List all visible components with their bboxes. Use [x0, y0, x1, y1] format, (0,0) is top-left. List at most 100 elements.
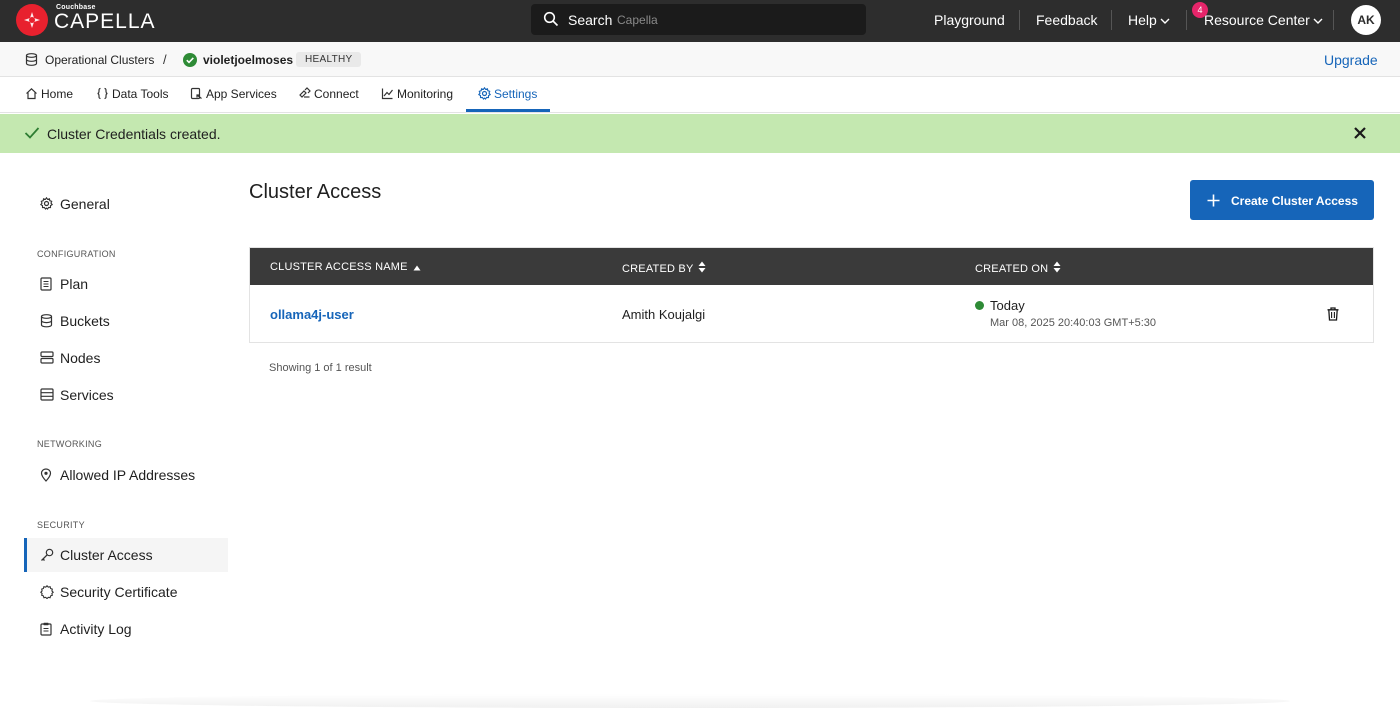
result-count: Showing 1 of 1 result	[269, 362, 372, 374]
breadcrumb: Operational Clusters / violetjoelmoses H…	[0, 42, 1400, 77]
feedback-link[interactable]: Feedback	[1036, 12, 1097, 28]
plus-icon	[1207, 194, 1220, 207]
sidebar-item-label: General	[60, 196, 110, 212]
sidebar-item-plan[interactable]: Plan	[24, 267, 228, 301]
location-pin-icon	[40, 468, 52, 482]
sidebar-item-cluster-access[interactable]: Cluster Access	[24, 538, 228, 572]
trash-icon[interactable]	[1327, 307, 1339, 321]
tab-home-label: Home	[41, 87, 74, 101]
tab-connect[interactable]: Connect	[298, 87, 359, 101]
column-header-name[interactable]: CLUSTER ACCESS NAME	[270, 261, 421, 273]
divider	[1019, 10, 1020, 30]
upgrade-link[interactable]: Upgrade	[1324, 52, 1378, 68]
breadcrumb-cluster-name[interactable]: violetjoelmoses	[203, 53, 293, 67]
divider	[1111, 10, 1112, 30]
chevron-down-icon	[1160, 18, 1170, 25]
tab-app-services-label: App Services	[206, 87, 277, 101]
gear-icon	[477, 86, 492, 100]
breadcrumb-operational-clusters[interactable]: Operational Clusters	[45, 53, 154, 67]
sidebar-item-allowed-ip[interactable]: Allowed IP Addresses	[24, 458, 228, 492]
braces-icon	[97, 87, 108, 100]
help-label: Help	[1128, 12, 1157, 28]
column-header-created-by[interactable]: CREATED BY	[622, 261, 706, 275]
database-icon	[25, 53, 38, 66]
create-button-label: Create Cluster Access	[1231, 194, 1358, 208]
sidebar-item-label: Services	[60, 387, 114, 403]
sidebar-item-label: Allowed IP Addresses	[60, 467, 196, 483]
table-row[interactable]: ollama4j-user Amith Koujalgi Today Mar 0…	[250, 285, 1373, 342]
created-on-label: Today	[990, 298, 1025, 313]
search-input[interactable]	[617, 9, 857, 30]
top-navigation-bar: Couchbase CAPELLA Search Playground Feed…	[0, 0, 1400, 42]
tab-monitoring[interactable]: Monitoring	[381, 87, 453, 101]
close-icon[interactable]	[1353, 126, 1367, 140]
created-on-timestamp: Mar 08, 2025 20:40:03 GMT+5:30	[990, 317, 1157, 329]
services-icon	[40, 388, 54, 401]
sidebar-item-nodes[interactable]: Nodes	[24, 341, 228, 375]
sidebar-heading-networking: NETWORKING	[37, 439, 102, 449]
sidebar-item-general[interactable]: General	[24, 187, 228, 221]
home-icon	[26, 87, 37, 100]
brand-name[interactable]: CAPELLA	[54, 10, 156, 34]
connect-icon	[299, 87, 311, 98]
tab-home[interactable]: Home	[25, 87, 73, 101]
cluster-access-table: CLUSTER ACCESS NAME CREATED BY CREATED O…	[249, 247, 1374, 343]
resource-center-label: Resource Center	[1204, 12, 1310, 28]
chevron-down-icon	[1313, 18, 1323, 25]
sidebar-heading-configuration: CONFIGURATION	[37, 249, 116, 259]
gear-icon	[40, 197, 53, 210]
tab-data-tools[interactable]: Data Tools	[96, 87, 168, 101]
sidebar-item-security-certificate[interactable]: Security Certificate	[24, 575, 228, 609]
plan-icon	[40, 277, 52, 291]
healthy-check-icon	[183, 53, 197, 67]
table-header: CLUSTER ACCESS NAME CREATED BY CREATED O…	[250, 248, 1373, 285]
resource-center-menu[interactable]: Resource Center	[1204, 12, 1323, 28]
user-avatar[interactable]: AK	[1351, 5, 1381, 35]
playground-link[interactable]: Playground	[934, 12, 1005, 28]
status-badge: HEALTHY	[296, 52, 362, 67]
app-services-icon	[190, 87, 202, 100]
chart-line-icon	[381, 88, 393, 100]
capella-logo-icon[interactable]	[16, 4, 48, 36]
sidebar-item-label: Nodes	[60, 350, 101, 366]
clipboard-icon	[40, 622, 52, 636]
server-icon	[40, 351, 54, 364]
created-by-cell: Amith Koujalgi	[622, 307, 706, 322]
sidebar-item-activity-log[interactable]: Activity Log	[24, 612, 228, 646]
notification-badge[interactable]: 4	[1192, 2, 1208, 18]
sidebar-heading-security: SECURITY	[37, 520, 85, 530]
tab-app-services[interactable]: App Services	[190, 87, 277, 101]
sidebar-item-label: Plan	[60, 276, 89, 292]
certificate-icon	[40, 585, 54, 599]
create-cluster-access-button[interactable]: Create Cluster Access	[1190, 180, 1374, 220]
page-bottom-shadow	[90, 694, 1290, 708]
breadcrumb-separator: /	[163, 52, 167, 67]
divider	[1333, 10, 1334, 30]
search-icon	[543, 11, 559, 27]
tab-settings[interactable]: Settings	[477, 86, 538, 101]
sidebar-item-label: Security Certificate	[60, 584, 178, 600]
help-menu[interactable]: Help	[1128, 12, 1170, 28]
banner-message: Cluster Credentials created.	[47, 126, 221, 142]
column-header-label: CREATED ON	[975, 263, 1049, 275]
sidebar-item-services[interactable]: Services	[24, 378, 228, 412]
sidebar-item-buckets[interactable]: Buckets	[24, 304, 228, 338]
database-icon	[40, 314, 53, 328]
divider	[1186, 10, 1187, 30]
tab-settings-label: Settings	[494, 87, 538, 101]
column-header-created-on[interactable]: CREATED ON	[975, 261, 1061, 275]
sidebar-item-label: Activity Log	[60, 621, 132, 637]
sort-icon	[698, 261, 706, 273]
sidebar-item-label: Cluster Access	[60, 547, 153, 563]
sort-icon	[1053, 261, 1061, 273]
check-icon	[24, 127, 40, 139]
key-icon	[41, 548, 54, 561]
column-header-label: CREATED BY	[622, 263, 694, 275]
tab-monitoring-label: Monitoring	[397, 87, 454, 101]
search-box[interactable]: Search	[531, 4, 866, 35]
search-label: Search	[568, 12, 613, 28]
active-tab-indicator	[466, 109, 550, 112]
tab-connect-label: Connect	[314, 87, 359, 101]
cluster-access-name-link[interactable]: ollama4j-user	[270, 307, 354, 322]
page-title: Cluster Access	[249, 181, 382, 203]
